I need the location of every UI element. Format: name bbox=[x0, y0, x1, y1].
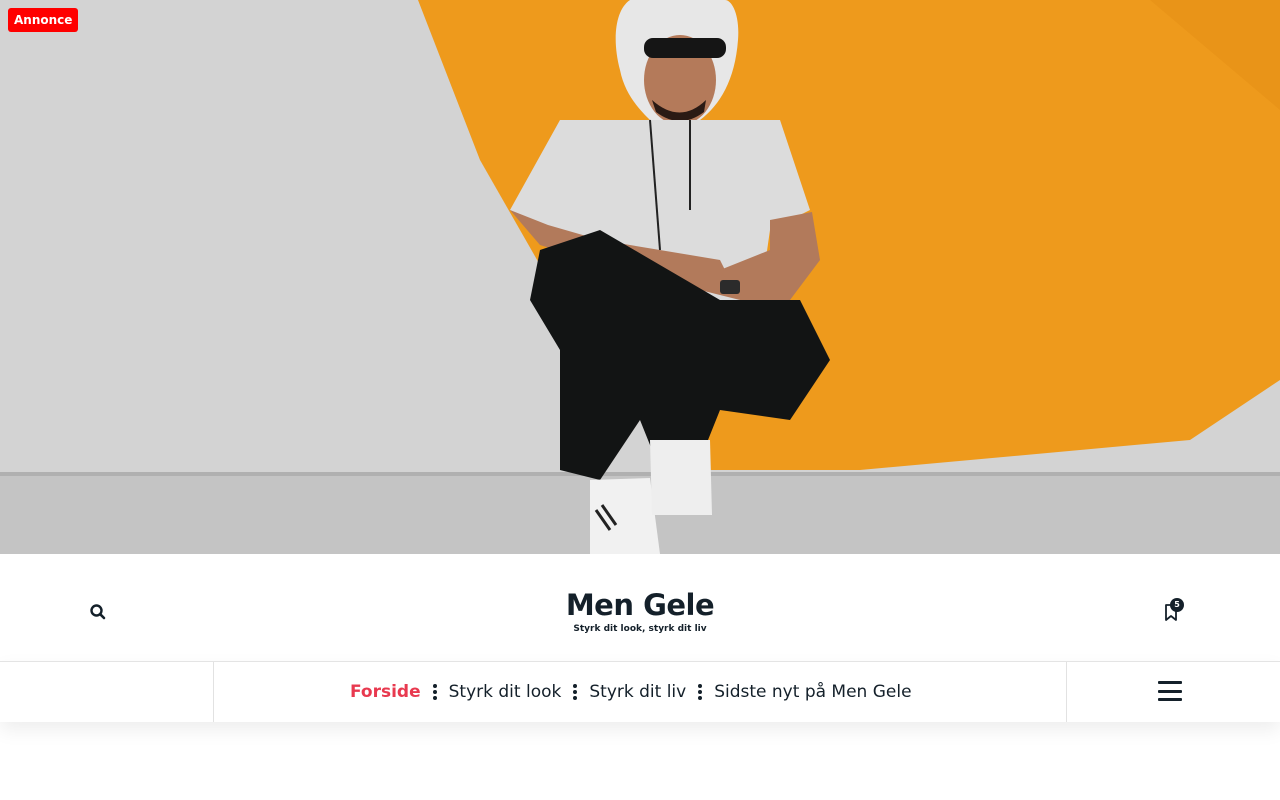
bookmark-count-badge: 5 bbox=[1170, 598, 1184, 612]
site-title[interactable]: Men Gele bbox=[0, 588, 1280, 622]
nav-item-styrk-dit-liv[interactable]: Styrk dit liv bbox=[589, 682, 686, 702]
hero-photo bbox=[0, 0, 1280, 554]
menu-separator-icon bbox=[698, 684, 703, 700]
nav-item-sidste-nyt[interactable]: Sidste nyt på Men Gele bbox=[714, 682, 911, 702]
hero-image: Annonce bbox=[0, 0, 1280, 554]
nav-divider bbox=[1066, 662, 1067, 722]
brand[interactable]: Men Gele Styrk dit look, styrk dit liv bbox=[0, 588, 1280, 634]
nav-item-forside[interactable]: Forside bbox=[350, 682, 421, 702]
site-header: Men Gele Styrk dit look, styrk dit liv 5 bbox=[0, 554, 1280, 662]
main-navigation: Forside Styrk dit look Styrk dit liv Sid… bbox=[0, 661, 1280, 722]
hamburger-menu-icon[interactable] bbox=[1158, 681, 1182, 701]
ad-badge: Annonce bbox=[8, 8, 79, 32]
menu-separator-icon bbox=[432, 684, 437, 700]
nav-item-styrk-dit-look[interactable]: Styrk dit look bbox=[449, 682, 562, 702]
nav-divider bbox=[213, 662, 214, 722]
menu-separator-icon bbox=[573, 684, 578, 700]
site-tagline: Styrk dit look, styrk dit liv bbox=[573, 624, 707, 634]
nav-menu: Forside Styrk dit look Styrk dit liv Sid… bbox=[350, 662, 912, 722]
